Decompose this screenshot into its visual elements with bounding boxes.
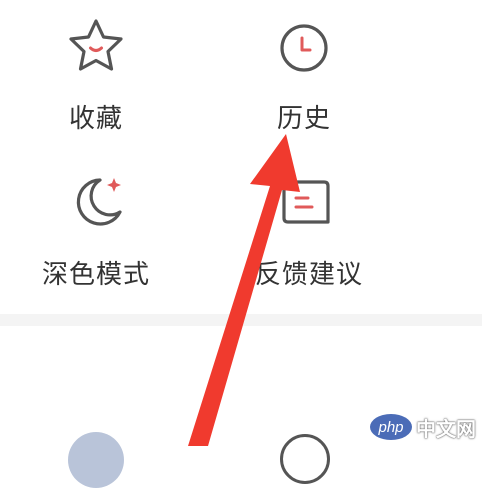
watermark-site: 中文网 — [416, 416, 476, 441]
watermark-logo: php — [370, 414, 412, 440]
menu-item-label: 深色模式 — [41, 260, 150, 290]
watermark: php 中文网 — [370, 412, 476, 442]
menu-item-feedback[interactable]: 反馈建议 — [224, 170, 384, 290]
star-icon — [69, 19, 123, 71]
menu-panel: 收藏 历史 深色模式 反馈建议 — [0, 0, 482, 314]
section-divider — [0, 314, 482, 326]
menu-item-favorites[interactable]: 收藏 — [16, 14, 176, 134]
menu-item-label: 收藏 — [68, 104, 123, 134]
moon-icon — [76, 178, 122, 226]
menu-item-dark-mode[interactable]: 深色模式 — [16, 170, 176, 290]
clock-icon — [280, 24, 328, 72]
menu-item-history[interactable]: 历史 — [224, 14, 384, 134]
avatar[interactable] — [68, 432, 124, 488]
circle-icon[interactable] — [280, 434, 330, 484]
feedback-icon — [282, 180, 330, 224]
menu-item-label: 反馈建议 — [254, 260, 363, 290]
menu-item-label: 历史 — [276, 104, 331, 134]
